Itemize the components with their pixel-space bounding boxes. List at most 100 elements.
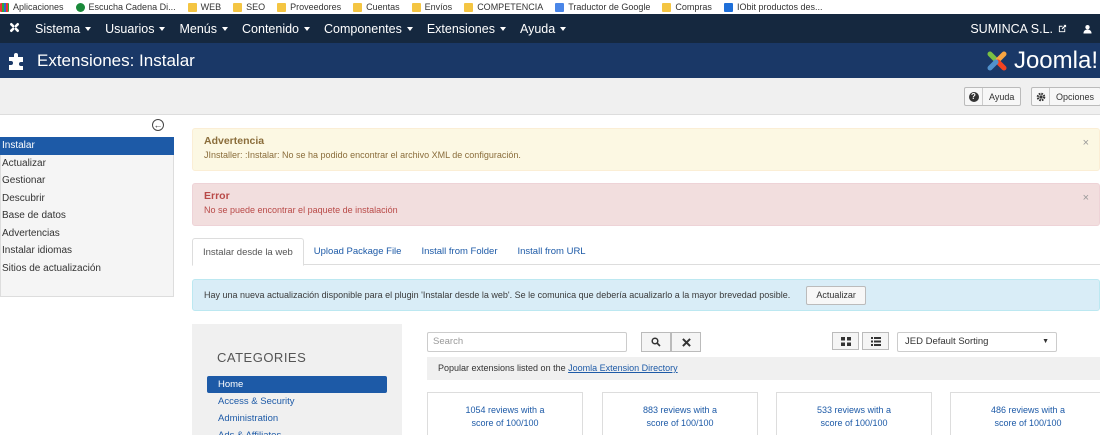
card-reviews: 1054 reviews with a — [465, 405, 545, 415]
external-link-icon — [1058, 24, 1067, 33]
tab-upload-package[interactable]: Upload Package File — [304, 238, 412, 265]
admin-navbar: Sistema Usuarios Menús Contenido Compone… — [0, 14, 1100, 43]
bookmark-radio[interactable]: Escucha Cadena Di... — [75, 2, 176, 12]
user-menu[interactable] — [1075, 24, 1100, 34]
card-reviews: 883 reviews with a — [642, 405, 718, 415]
caret-down-icon — [159, 26, 166, 31]
grid-view-button[interactable] — [832, 332, 859, 350]
card-score: score of 100/100 — [994, 418, 1062, 428]
collapse-sidebar-icon[interactable]: ← — [152, 119, 164, 131]
category-access-security[interactable]: Access & Security — [207, 393, 387, 410]
search-button[interactable] — [641, 332, 671, 352]
sidebar: ← Instalar Actualizar Gestionar Descubri… — [0, 115, 174, 435]
help-label: Ayuda — [989, 91, 1015, 102]
category-home[interactable]: Home — [207, 376, 387, 393]
caret-down-icon — [222, 26, 229, 31]
card-reviews: 533 reviews with a — [816, 405, 892, 415]
options-button[interactable]: Opciones — [1031, 87, 1100, 106]
bookmark-translate[interactable]: Traductor de Google — [555, 2, 650, 12]
search-icon — [651, 337, 661, 347]
extension-card[interactable]: 883 reviews with a score of 100/100 — [602, 392, 758, 435]
caret-down-icon — [304, 26, 311, 31]
menu-usuarios[interactable]: Usuarios — [98, 22, 172, 36]
menu-extensiones[interactable]: Extensiones — [420, 22, 513, 36]
tab-install-from-web[interactable]: Instalar desde la web — [192, 238, 304, 266]
page-header: Extensiones: Instalar Joomla! — [0, 43, 1100, 78]
sidebar-menu: Instalar Actualizar Gestionar Descubrir … — [0, 137, 174, 277]
search-input[interactable]: Search — [427, 332, 627, 352]
sort-selected-value: JED Default Sorting — [905, 336, 989, 347]
category-administration[interactable]: Administration — [207, 410, 387, 427]
bookmark-iobit[interactable]: IObit productos des... — [723, 2, 822, 12]
bookmark-seo[interactable]: SEO — [233, 2, 265, 12]
menu-ayuda[interactable]: Ayuda — [513, 22, 573, 36]
sidebar-item-descubrir[interactable]: Descubrir — [0, 190, 174, 208]
menu-label: Sistema — [35, 21, 81, 36]
help-button[interactable]: ? Ayuda — [964, 87, 1022, 106]
extension-card[interactable]: 1054 reviews with a score of 100/100 — [427, 392, 583, 435]
menu-label: Usuarios — [105, 21, 155, 36]
install-tabs: Instalar desde la web Upload Package Fil… — [192, 238, 1100, 266]
sidebar-item-sitios-actualizacion[interactable]: Sitios de actualización — [0, 260, 174, 278]
tab-install-from-url[interactable]: Install from URL — [507, 238, 595, 265]
menu-menus[interactable]: Menús — [172, 22, 235, 36]
bookmark-label: Envíos — [424, 2, 453, 12]
update-notice: Hay una nueva actualización disponible p… — [192, 279, 1100, 311]
bookmark-web[interactable]: WEB — [187, 2, 221, 12]
bookmark-competencia[interactable]: COMPETENCIA — [464, 2, 543, 12]
site-name: SUMINCA S.L. — [970, 21, 1053, 36]
sidebar-item-instalar[interactable]: Instalar — [0, 137, 174, 155]
bookmark-aplicaciones[interactable]: Aplicaciones — [0, 2, 64, 12]
bookmark-label: Compras — [675, 2, 712, 12]
bookmark-proveedores[interactable]: Proveedores — [277, 2, 341, 12]
joomla-logo-icon[interactable] — [0, 21, 28, 37]
bookmark-compras[interactable]: Compras — [662, 2, 712, 12]
sidebar-item-advertencias[interactable]: Advertencias — [0, 225, 174, 243]
card-reviews: 486 reviews with a — [990, 405, 1066, 415]
bookmark-cuentas[interactable]: Cuentas — [353, 2, 400, 12]
card-score: score of 100/100 — [820, 418, 888, 428]
toolbar: ? Ayuda Opciones — [0, 78, 1100, 115]
tab-install-from-folder[interactable]: Install from Folder — [411, 238, 507, 265]
puzzle-icon — [7, 52, 27, 70]
sort-select[interactable]: JED Default Sorting ▼ — [897, 332, 1057, 352]
sidebar-item-base-de-datos[interactable]: Base de datos — [0, 207, 174, 225]
sidebar-item-instalar-idiomas[interactable]: Instalar idiomas — [0, 242, 174, 260]
extension-card[interactable]: 486 reviews with a score of 100/100 — [950, 392, 1100, 435]
error-alert: Error No se puede encontrar el paquete d… — [192, 183, 1100, 226]
list-view-button[interactable] — [862, 332, 889, 350]
update-button[interactable]: Actualizar — [806, 285, 866, 305]
menu-sistema[interactable]: Sistema — [28, 22, 98, 36]
caret-down-icon — [85, 26, 92, 31]
sidebar-item-gestionar[interactable]: Gestionar — [0, 172, 174, 190]
clear-search-button[interactable] — [671, 332, 701, 352]
site-link[interactable]: SUMINCA S.L. — [962, 22, 1075, 36]
jed-link[interactable]: Joomla Extension Directory — [568, 363, 678, 373]
category-ads-affiliates[interactable]: Ads & Affiliates — [207, 427, 387, 435]
bookmarks-bar: Aplicaciones Escucha Cadena Di... WEB SE… — [0, 0, 1100, 14]
menu-label: Extensiones — [426, 21, 495, 36]
grid-icon — [840, 336, 851, 346]
card-score: score of 100/100 — [646, 418, 714, 428]
close-icon[interactable]: × — [1083, 137, 1089, 149]
error-title: Error — [204, 190, 230, 202]
popular-extensions-bar: Popular extensions listed on the Joomla … — [427, 357, 1100, 380]
bookmark-envios[interactable]: Envíos — [411, 2, 453, 12]
menu-componentes[interactable]: Componentes — [317, 22, 420, 36]
apps-icon — [0, 2, 9, 12]
bookmark-label: Escucha Cadena Di... — [88, 2, 176, 12]
categories-list: Home Access & Security Administration Ad… — [207, 376, 387, 435]
menu-contenido[interactable]: Contenido — [235, 22, 317, 36]
error-message: No se puede encontrar el paquete de inst… — [204, 205, 398, 215]
warning-title: Advertencia — [204, 135, 265, 147]
popular-prefix: Popular extensions listed on the — [438, 363, 569, 373]
close-icon[interactable]: × — [1083, 192, 1089, 204]
sidebar-item-actualizar[interactable]: Actualizar — [0, 155, 174, 173]
bookmark-label: Cuentas — [366, 2, 400, 12]
menu-label: Menús — [179, 21, 218, 36]
categories-panel: CATEGORIES Home Access & Security Admini… — [192, 324, 402, 435]
folder-icon — [233, 2, 243, 12]
question-icon: ? — [965, 88, 983, 105]
joomla-star-icon — [987, 51, 1007, 70]
extension-card[interactable]: 533 reviews with a score of 100/100 — [776, 392, 932, 435]
